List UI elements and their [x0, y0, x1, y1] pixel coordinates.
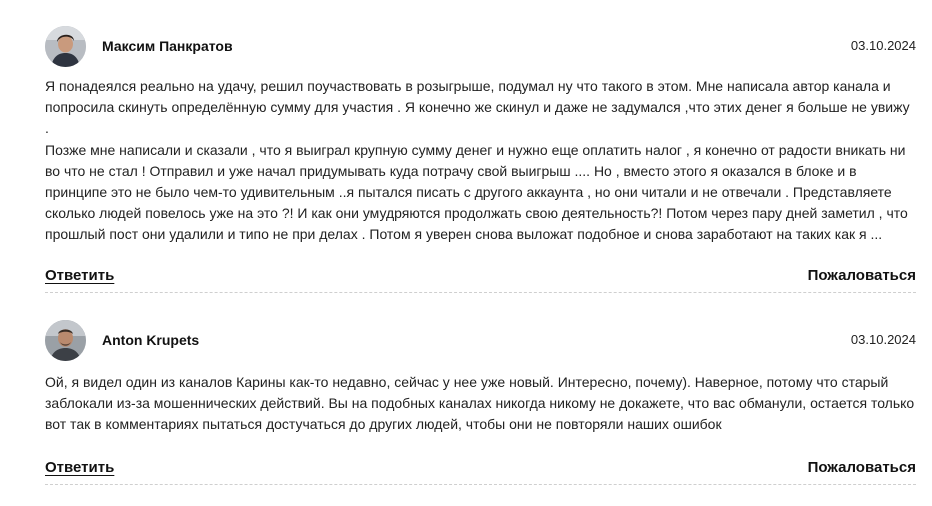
comment: Максим Панкратов 03.10.2024 Я понадеялся…	[45, 26, 916, 293]
comment-text: Я понадеялся реально на удачу, решил поу…	[45, 78, 910, 243]
report-link[interactable]: Пожаловаться	[808, 459, 916, 476]
comment-date: 03.10.2024	[850, 38, 916, 53]
user-photo-icon	[45, 320, 86, 361]
comment-date: 03.10.2024	[850, 332, 916, 347]
comment: Anton Krupets 03.10.2024 Ой, я видел оди…	[45, 320, 916, 485]
comment-actions: Ответить Пожаловаться	[45, 267, 916, 291]
avatar[interactable]	[45, 26, 86, 67]
comments-list: Максим Панкратов 03.10.2024 Я понадеялся…	[0, 0, 932, 506]
author-name: Anton Krupets	[102, 332, 200, 348]
comment-text: Ой, я видел один из каналов Карины как-т…	[45, 374, 915, 433]
reply-link[interactable]: Ответить	[45, 459, 114, 476]
reply-link[interactable]: Ответить	[45, 267, 114, 284]
divider	[45, 291, 916, 293]
avatar[interactable]	[45, 320, 86, 361]
comment-header: Максим Панкратов 03.10.2024	[45, 26, 916, 67]
report-link[interactable]: Пожаловаться	[808, 267, 916, 284]
user-photo-icon	[45, 26, 86, 67]
comment-actions: Ответить Пожаловаться	[45, 459, 916, 483]
comment-header: Anton Krupets 03.10.2024	[45, 320, 916, 361]
divider	[45, 483, 916, 485]
author-name: Максим Панкратов	[102, 38, 233, 54]
